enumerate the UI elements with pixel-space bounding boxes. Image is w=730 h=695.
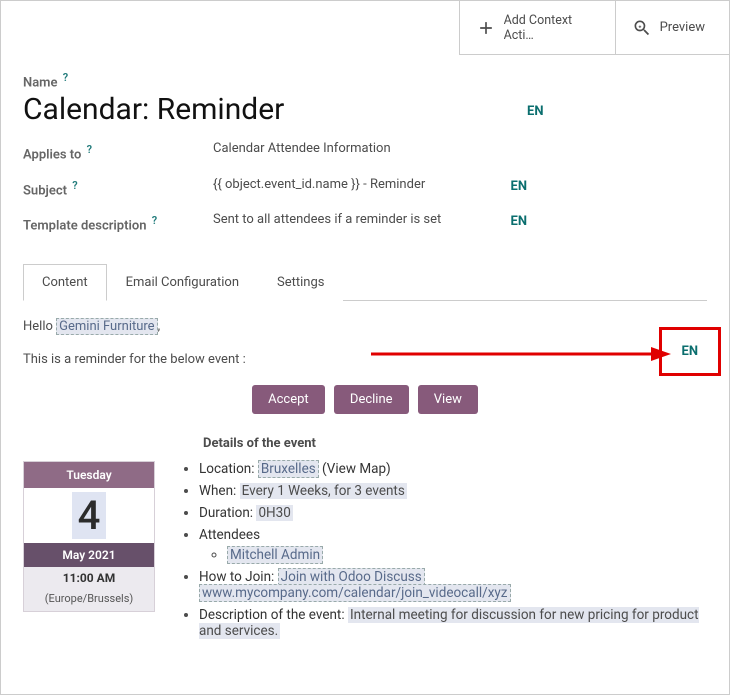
attendee-row: Mitchell Admin [227,547,707,563]
template-description-label: Template description [23,218,146,233]
mail-body-editor[interactable]: Hello Gemini Furniture, This is a remind… [23,301,707,645]
add-context-action-label: Add Context Acti… [504,13,599,43]
event-description-label: Description of the event: [199,607,348,623]
template-description-translate-button[interactable]: EN [511,214,528,229]
greeting-recipient-placeholder[interactable]: Gemini Furniture [56,318,157,335]
template-description-value[interactable]: Sent to all attendees if a reminder is s… [213,212,477,227]
event-location-item: Location: Bruxelles (View Map) [199,461,707,477]
tab-bar: Content Email Configuration Settings [23,263,707,301]
calendar-day: 4 [24,488,154,543]
annotation-highlight-box: EN [659,327,722,376]
calendar-day-number: 4 [72,492,107,539]
event-duration-value: 0H30 [256,505,292,521]
tab-settings[interactable]: Settings [258,264,343,301]
subject-label: Subject [23,183,67,198]
calendar-weekday: Tuesday [24,462,154,488]
preview-label: Preview [660,20,705,36]
event-duration-item: Duration: 0H30 [199,505,707,521]
body-translate-button[interactable]: EN [682,344,699,359]
template-description-help-icon[interactable]: ? [152,214,157,227]
event-attendees-item: Attendees Mitchell Admin [199,527,707,563]
tab-email-configuration[interactable]: Email Configuration [107,264,258,301]
event-location-label: Location: [199,461,258,477]
accept-button[interactable]: Accept [252,385,325,414]
event-when-value: Every 1 Weeks, for 3 events [240,483,407,499]
preview-zoom-icon [632,18,652,38]
calendar-card: Tuesday 4 May 2021 11:00 AM (Europe/Brus… [23,461,155,612]
event-when-label: When: [199,483,240,499]
applies-to-help-icon[interactable]: ? [87,143,92,156]
reminder-intro-line: This is a reminder for the below event : [23,352,707,367]
greeting-prefix: Hello [23,319,56,334]
template-name-value[interactable]: Calendar: Reminder [23,92,527,127]
event-details-list: Location: Bruxelles (View Map) When: Eve… [181,461,707,645]
applies-to-label: Applies to [23,148,81,163]
event-description-item: Description of the event: Internal meeti… [199,607,707,639]
subject-help-icon[interactable]: ? [72,179,77,192]
name-help-icon[interactable]: ? [63,71,68,84]
event-attendees-label: Attendees [199,527,260,543]
event-join-url[interactable]: www.mycompany.com/calendar/join_videocal… [199,584,511,602]
event-when-item: When: Every 1 Weeks, for 3 events [199,483,707,499]
form-toolbar: Add Context Acti… Preview [459,1,729,55]
event-duration-label: Duration: [199,505,256,521]
name-field-label: Name [23,75,57,90]
rsvp-button-row: Accept Decline View [23,385,707,414]
calendar-timezone: (Europe/Brussels) [24,589,154,611]
greeting-line: Hello Gemini Furniture, [23,319,707,334]
calendar-time: 11:00 AM [24,567,154,589]
event-location-viewmap[interactable]: (View Map) [319,461,391,477]
event-location-value[interactable]: Bruxelles [258,460,319,478]
subject-translate-button[interactable]: EN [511,179,528,194]
greeting-suffix: , [158,319,161,334]
details-heading: Details of the event [203,436,707,451]
event-howtojoin-label: How to Join: [199,569,278,585]
plus-icon [476,18,496,38]
calendar-month: May 2021 [24,543,154,567]
decline-button[interactable]: Decline [334,385,409,414]
preview-button[interactable]: Preview [616,1,729,54]
event-howtojoin-item: How to Join: Join with Odoo Discuss www.… [199,569,707,601]
subject-value[interactable]: {{ object.event_id.name }} - Reminder [213,177,477,192]
attendee-name[interactable]: Mitchell Admin [227,546,323,564]
add-context-action-button[interactable]: Add Context Acti… [460,1,616,54]
name-translate-button[interactable]: EN [527,104,544,119]
applies-to-value[interactable]: Calendar Attendee Information [213,141,657,156]
view-button[interactable]: View [418,385,478,414]
tab-content[interactable]: Content [23,264,107,301]
